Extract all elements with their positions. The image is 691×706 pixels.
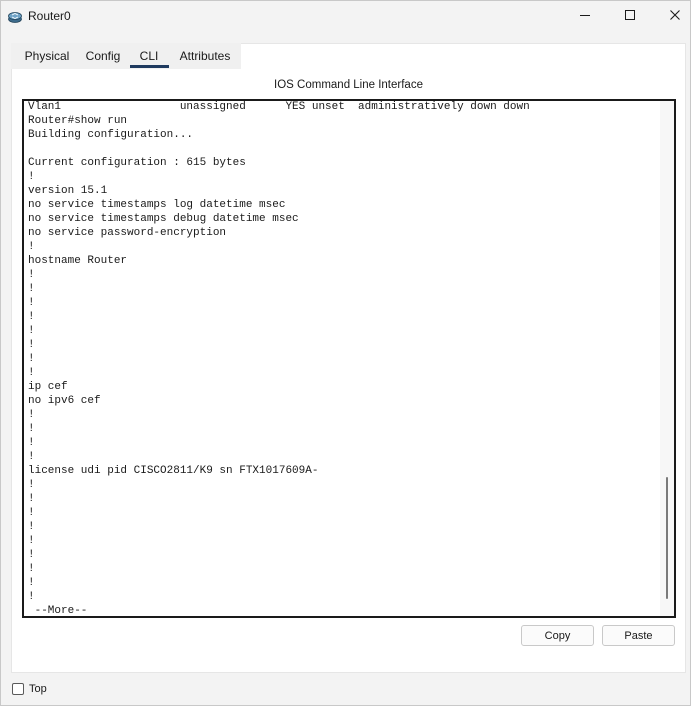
tab-attributes[interactable]: Attributes: [175, 43, 235, 69]
minimize-button[interactable]: [562, 1, 608, 32]
tab-physical[interactable]: Physical: [17, 43, 77, 69]
paste-button[interactable]: Paste: [602, 625, 675, 646]
top-checkbox[interactable]: [12, 683, 24, 695]
terminal-output[interactable]: Vlan1 unassigned YES unset administrativ…: [28, 101, 530, 616]
cli-heading: IOS Command Line Interface: [274, 79, 423, 91]
maximize-icon: [624, 8, 636, 26]
router-window: Router0 Physical Config CLI Attributes I…: [0, 0, 691, 706]
close-button[interactable]: [652, 1, 691, 32]
active-tab-indicator: [130, 65, 169, 68]
top-checkbox-label: Top: [29, 683, 47, 695]
scrollbar-thumb[interactable]: [666, 477, 668, 599]
copy-button[interactable]: Copy: [521, 625, 594, 646]
minimize-icon: [579, 8, 591, 26]
close-icon: [669, 8, 681, 26]
cli-terminal[interactable]: Vlan1 unassigned YES unset administrativ…: [22, 99, 676, 618]
window-title: Router0: [28, 9, 71, 23]
tab-bar: Physical Config CLI Attributes: [11, 43, 686, 69]
router-app-icon: [7, 9, 23, 25]
title-bar[interactable]: Router0: [1, 1, 690, 32]
maximize-button[interactable]: [607, 1, 653, 32]
terminal-scrollbar[interactable]: [660, 101, 674, 616]
tab-config[interactable]: Config: [81, 43, 125, 69]
